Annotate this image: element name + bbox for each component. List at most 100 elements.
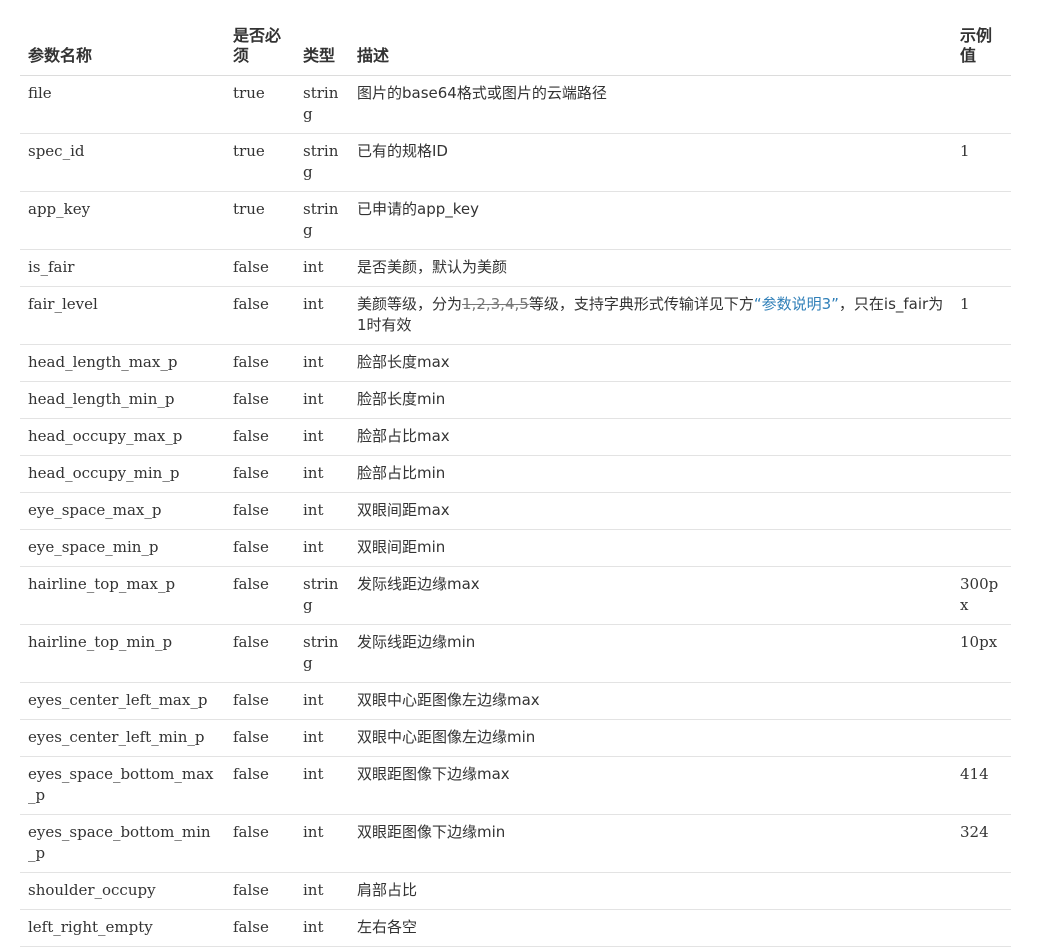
table-row: left_right_empty false int 左右各空 bbox=[20, 909, 1011, 947]
cell-example bbox=[952, 529, 1011, 567]
cell-required: false bbox=[225, 682, 295, 720]
params-table: 参数名称 是否必须 类型 描述 示例值 file true string 图片的… bbox=[20, 22, 1011, 947]
table-row: head_occupy_min_p false int 脸部占比min bbox=[20, 455, 1011, 493]
cell-name: fair_level bbox=[20, 286, 225, 345]
cell-required: false bbox=[225, 529, 295, 567]
cell-description: 双眼距图像下边缘max bbox=[349, 756, 952, 815]
cell-description: 发际线距边缘max bbox=[349, 566, 952, 625]
cell-type: int bbox=[295, 756, 349, 815]
cell-description: 是否美颜，默认为美颜 bbox=[349, 249, 952, 287]
cell-type: int bbox=[295, 529, 349, 567]
cell-type: string bbox=[295, 75, 349, 134]
cell-example bbox=[952, 719, 1011, 757]
cell-name: eyes_space_bottom_max_p bbox=[20, 756, 225, 815]
cell-description: 已申请的app_key bbox=[349, 191, 952, 250]
table-row: fair_level false int 美颜等级，分为1,2,3,4,5等级，… bbox=[20, 286, 1011, 345]
cell-required: false bbox=[225, 756, 295, 815]
cell-type: int bbox=[295, 492, 349, 530]
cell-required: false bbox=[225, 455, 295, 493]
header-type: 类型 bbox=[295, 22, 349, 76]
table-row: file true string 图片的base64格式或图片的云端路径 bbox=[20, 75, 1011, 134]
cell-name: hairline_top_min_p bbox=[20, 624, 225, 683]
table-row: spec_id true string 已有的规格ID 1 bbox=[20, 133, 1011, 192]
header-example: 示例值 bbox=[952, 22, 1011, 76]
header-required: 是否必须 bbox=[225, 22, 295, 76]
cell-type: int bbox=[295, 719, 349, 757]
cell-required: false bbox=[225, 872, 295, 910]
cell-example bbox=[952, 492, 1011, 530]
table-row: head_length_max_p false int 脸部长度max bbox=[20, 344, 1011, 382]
table-row: app_key true string 已申请的app_key bbox=[20, 191, 1011, 250]
table-row: head_occupy_max_p false int 脸部占比max bbox=[20, 418, 1011, 456]
desc-struck-levels: 1,2,3,4,5 bbox=[462, 295, 529, 313]
cell-description: 已有的规格ID bbox=[349, 133, 952, 192]
cell-required: false bbox=[225, 492, 295, 530]
cell-description: 脸部长度min bbox=[349, 381, 952, 419]
cell-description: 脸部占比max bbox=[349, 418, 952, 456]
cell-required: false bbox=[225, 344, 295, 382]
params-table-container: 参数名称 是否必须 类型 描述 示例值 file true string 图片的… bbox=[20, 22, 1011, 947]
cell-description-fair-level: 美颜等级，分为1,2,3,4,5等级，支持字典形式传输详见下方“参数说明3”，只… bbox=[349, 286, 952, 345]
cell-description: 双眼中心距图像左边缘max bbox=[349, 682, 952, 720]
cell-example: 1 bbox=[952, 133, 1011, 192]
cell-type: int bbox=[295, 682, 349, 720]
table-row: eye_space_min_p false int 双眼间距min bbox=[20, 529, 1011, 567]
cell-example bbox=[952, 381, 1011, 419]
cell-example bbox=[952, 909, 1011, 947]
cell-type: string bbox=[295, 191, 349, 250]
cell-required: true bbox=[225, 133, 295, 192]
cell-example bbox=[952, 191, 1011, 250]
cell-required: true bbox=[225, 191, 295, 250]
cell-description: 图片的base64格式或图片的云端路径 bbox=[349, 75, 952, 134]
cell-name: eyes_space_bottom_min_p bbox=[20, 814, 225, 873]
cell-type: int bbox=[295, 249, 349, 287]
cell-name: head_length_max_p bbox=[20, 344, 225, 382]
cell-name: eye_space_min_p bbox=[20, 529, 225, 567]
cell-name: eyes_center_left_max_p bbox=[20, 682, 225, 720]
cell-required: false bbox=[225, 566, 295, 625]
table-row: eye_space_max_p false int 双眼间距max bbox=[20, 492, 1011, 530]
cell-type: int bbox=[295, 286, 349, 345]
table-row: head_length_min_p false int 脸部长度min bbox=[20, 381, 1011, 419]
cell-example bbox=[952, 344, 1011, 382]
cell-description: 双眼中心距图像左边缘min bbox=[349, 719, 952, 757]
cell-type: int bbox=[295, 814, 349, 873]
cell-example: 10px bbox=[952, 624, 1011, 683]
cell-description: 双眼距图像下边缘min bbox=[349, 814, 952, 873]
cell-name: left_right_empty bbox=[20, 909, 225, 947]
desc-prefix: 美颜等级，分为 bbox=[357, 295, 463, 313]
cell-required: true bbox=[225, 75, 295, 134]
cell-type: int bbox=[295, 418, 349, 456]
cell-type: string bbox=[295, 566, 349, 625]
param-note-3-link[interactable]: “参数说明3” bbox=[754, 295, 839, 313]
cell-name: file bbox=[20, 75, 225, 134]
cell-name: spec_id bbox=[20, 133, 225, 192]
cell-required: false bbox=[225, 381, 295, 419]
cell-type: int bbox=[295, 381, 349, 419]
cell-description: 左右各空 bbox=[349, 909, 952, 947]
cell-description: 双眼间距max bbox=[349, 492, 952, 530]
table-body: file true string 图片的base64格式或图片的云端路径 spe… bbox=[20, 75, 1011, 947]
cell-description: 脸部长度max bbox=[349, 344, 952, 382]
cell-example bbox=[952, 75, 1011, 134]
cell-name: eye_space_max_p bbox=[20, 492, 225, 530]
table-row: eyes_center_left_max_p false int 双眼中心距图像… bbox=[20, 682, 1011, 720]
cell-required: false bbox=[225, 249, 295, 287]
cell-example bbox=[952, 455, 1011, 493]
cell-type: int bbox=[295, 909, 349, 947]
table-header: 参数名称 是否必须 类型 描述 示例值 bbox=[20, 22, 1011, 76]
desc-middle: 等级，支持字典形式传输详见下方 bbox=[528, 295, 754, 313]
cell-type: int bbox=[295, 455, 349, 493]
table-row: eyes_center_left_min_p false int 双眼中心距图像… bbox=[20, 719, 1011, 757]
cell-required: false bbox=[225, 624, 295, 683]
table-row: is_fair false int 是否美颜，默认为美颜 bbox=[20, 249, 1011, 287]
cell-example: 1 bbox=[952, 286, 1011, 345]
cell-type: string bbox=[295, 133, 349, 192]
table-row: hairline_top_max_p false string 发际线距边缘ma… bbox=[20, 566, 1011, 625]
table-row: hairline_top_min_p false string 发际线距边缘mi… bbox=[20, 624, 1011, 683]
cell-description: 脸部占比min bbox=[349, 455, 952, 493]
cell-description: 发际线距边缘min bbox=[349, 624, 952, 683]
header-description: 描述 bbox=[349, 22, 952, 76]
table-row: shoulder_occupy false int 肩部占比 bbox=[20, 872, 1011, 910]
header-row: 参数名称 是否必须 类型 描述 示例值 bbox=[20, 22, 1011, 76]
